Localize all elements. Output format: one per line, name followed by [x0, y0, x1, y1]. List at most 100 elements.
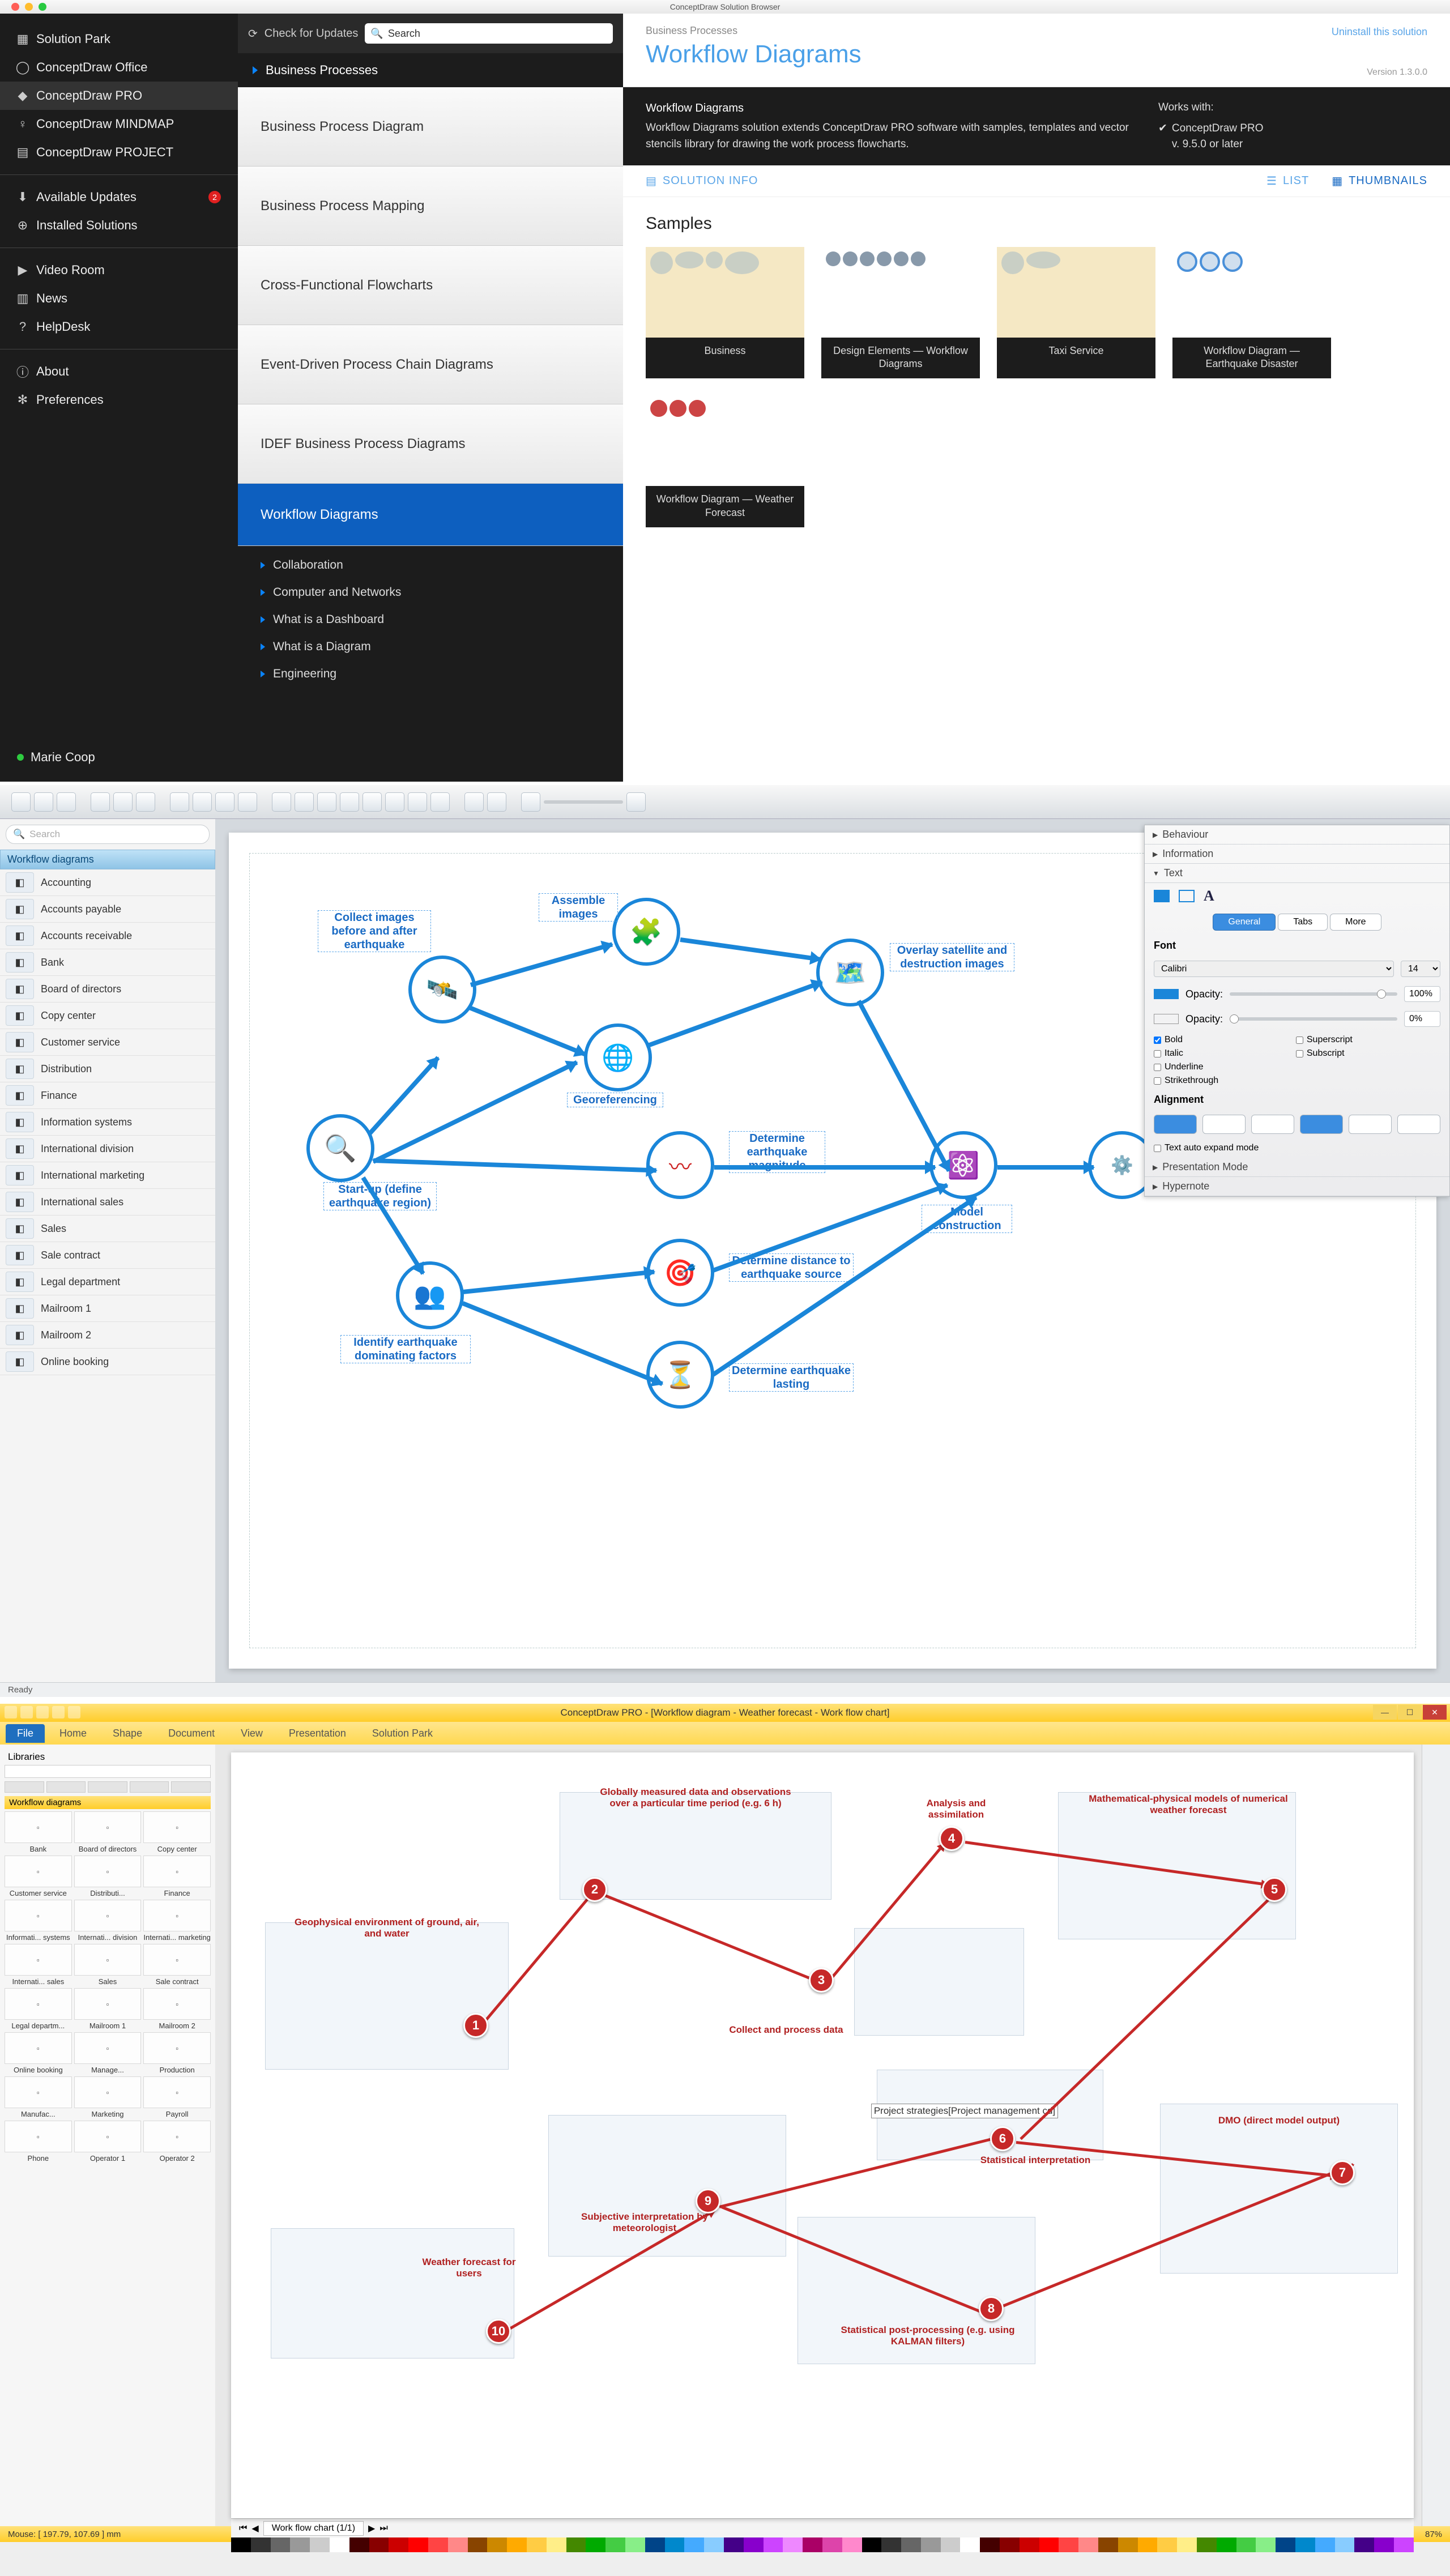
minimize-button[interactable]: — — [1373, 1705, 1397, 1720]
color-swatch[interactable] — [744, 2537, 764, 2552]
color-swatch[interactable] — [290, 2537, 310, 2552]
color-swatch[interactable] — [547, 2537, 566, 2552]
ribbon-tab[interactable]: Home — [48, 1724, 98, 1743]
solution-row-active[interactable]: Workflow Diagrams — [238, 484, 623, 546]
library-stencil[interactable]: ▫Manage... — [74, 2032, 142, 2074]
node-label[interactable]: Identify earthquake dominating factors — [340, 1335, 471, 1363]
library-item[interactable]: ◧Legal department — [0, 1269, 215, 1295]
color-swatch[interactable] — [1295, 2537, 1315, 2552]
tool-misc-2[interactable] — [385, 792, 404, 812]
color-swatch[interactable] — [1335, 2537, 1355, 2552]
solution-row[interactable]: Business Process Diagram — [238, 87, 623, 167]
opacity-slider-2[interactable] — [1230, 1017, 1397, 1021]
section-information[interactable]: Information — [1145, 845, 1449, 864]
subcategory-item[interactable]: What is a Dashboard — [238, 606, 623, 633]
color-swatch[interactable] — [684, 2537, 704, 2552]
nav-prefs[interactable]: ✻Preferences — [0, 386, 238, 414]
color-swatch[interactable] — [822, 2537, 842, 2552]
node-map[interactable]: 🗺️ — [816, 939, 884, 1006]
color-swatch[interactable] — [1157, 2537, 1177, 2552]
color-swatch[interactable] — [448, 2537, 468, 2552]
close-icon[interactable] — [11, 3, 19, 11]
sample-card[interactable]: Workflow Diagram — Earthquake Disaster — [1172, 247, 1331, 379]
color-swatch[interactable] — [566, 2537, 586, 2552]
color-swatch[interactable] — [960, 2537, 980, 2552]
zoom-icon[interactable] — [39, 3, 46, 11]
cluster-box[interactable] — [1160, 2104, 1398, 2274]
align-right-btn[interactable] — [1251, 1115, 1294, 1134]
step-badge[interactable]: 2 — [582, 1877, 607, 1902]
qat-new[interactable] — [52, 1706, 65, 1718]
fill-color-btn[interactable] — [1154, 890, 1170, 902]
library-item[interactable]: ◧International division — [0, 1136, 215, 1162]
color-swatch[interactable] — [487, 2537, 507, 2552]
color-swatch[interactable] — [803, 2537, 822, 2552]
ribbon-tab[interactable]: Presentation — [278, 1724, 357, 1743]
color-swatch[interactable] — [1078, 2537, 1098, 2552]
view-thumbs-toggle[interactable]: THUMBNAILS — [1349, 174, 1427, 187]
tab-tabs[interactable]: Tabs — [1278, 914, 1328, 931]
solution-row[interactable]: Cross-Functional Flowcharts — [238, 246, 623, 325]
color-swatch[interactable] — [625, 2537, 645, 2552]
node-label[interactable]: Determine earthquake lasting — [729, 1363, 854, 1392]
align-left-btn[interactable] — [1154, 1115, 1197, 1134]
connector[interactable] — [469, 1005, 586, 1056]
library-item[interactable]: ◧International marketing — [0, 1162, 215, 1189]
line-color-btn[interactable] — [1179, 890, 1195, 902]
tool-misc-4[interactable] — [430, 792, 450, 812]
lib-tool[interactable] — [5, 1781, 44, 1793]
library-item[interactable]: ◧International sales — [0, 1189, 215, 1216]
library-stencil[interactable]: ▫Marketing — [74, 2076, 142, 2118]
color-swatch[interactable] — [251, 2537, 271, 2552]
lib-tool[interactable] — [171, 1781, 211, 1793]
lib-tool[interactable] — [46, 1781, 86, 1793]
library-stencil[interactable]: ▫Customer service — [5, 1856, 72, 1897]
color-swatch[interactable] — [1020, 2537, 1039, 2552]
color-swatch[interactable] — [704, 2537, 724, 2552]
color-swatch[interactable] — [921, 2537, 941, 2552]
chk-bold[interactable]: Bold — [1154, 1035, 1291, 1045]
color-swatch[interactable] — [527, 2537, 547, 2552]
library-item[interactable]: ◧Mailroom 2 — [0, 1322, 215, 1349]
color-swatch[interactable] — [369, 2537, 389, 2552]
color-swatch[interactable] — [507, 2537, 527, 2552]
library-stencil[interactable]: ▫Internati... sales — [5, 1944, 72, 1986]
drawing-canvas[interactable]: 1 2 3 4 5 6 7 8 9 10 Geophysical environ… — [231, 1752, 1414, 2518]
tool-group[interactable] — [170, 792, 189, 812]
subcategory-item[interactable]: Collaboration — [238, 552, 623, 579]
library-search[interactable]: 🔍Search — [6, 825, 210, 844]
connector[interactable] — [604, 1894, 826, 1986]
page-tab[interactable]: Work flow chart (1/1) — [263, 2521, 364, 2536]
library-item[interactable]: ◧Accounts payable — [0, 896, 215, 923]
color-swatch[interactable] — [1059, 2537, 1078, 2552]
qat-redo[interactable] — [36, 1706, 49, 1718]
ribbon-tab[interactable]: View — [229, 1724, 274, 1743]
step-badge[interactable]: 6 — [990, 2126, 1015, 2151]
sample-card[interactable]: Design Elements — Workflow Diagrams — [821, 247, 980, 379]
connector[interactable] — [714, 1165, 935, 1170]
color-swatch[interactable] — [1197, 2537, 1217, 2552]
color-swatch[interactable] — [764, 2537, 783, 2552]
chk-sub[interactable]: Subscript — [1296, 1048, 1434, 1059]
library-stencil[interactable]: ▫Internati... marketing — [143, 1900, 211, 1942]
ribbon-tab[interactable]: Document — [157, 1724, 226, 1743]
library-item[interactable]: ◧Sales — [0, 1216, 215, 1242]
color-swatch[interactable] — [1236, 2537, 1256, 2552]
color-swatch[interactable] — [881, 2537, 901, 2552]
align-center-btn[interactable] — [1202, 1115, 1246, 1134]
step-badge[interactable]: 3 — [809, 1968, 834, 1993]
opacity-field-1[interactable] — [1404, 986, 1440, 1002]
nav-updates[interactable]: ⬇Available Updates2 — [0, 183, 238, 211]
color-swatch[interactable] — [1315, 2537, 1335, 2552]
mac-window-controls[interactable] — [11, 3, 46, 11]
tool-align[interactable] — [272, 792, 291, 812]
color-palette[interactable] — [231, 2537, 1414, 2552]
connector[interactable] — [368, 1056, 440, 1135]
library-stencil[interactable]: ▫Phone — [5, 2121, 72, 2163]
lib-tool[interactable] — [130, 1781, 169, 1793]
tab-more[interactable]: More — [1330, 914, 1381, 931]
lib-tool[interactable] — [88, 1781, 127, 1793]
tab-nav-prev[interactable]: ◀ — [251, 2523, 258, 2534]
step-badge[interactable]: 10 — [486, 2319, 511, 2344]
color-swatch[interactable] — [1217, 2537, 1236, 2552]
